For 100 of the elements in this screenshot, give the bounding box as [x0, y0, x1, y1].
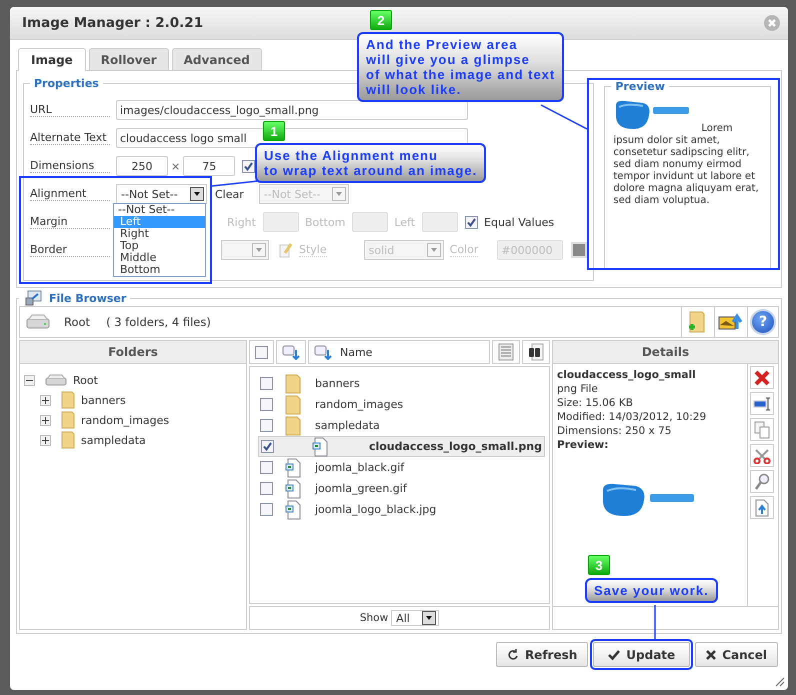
row-checkbox[interactable] — [261, 440, 274, 453]
expand-icon[interactable] — [40, 394, 51, 406]
field-label: Alternate Text — [30, 131, 110, 145]
menu-option[interactable]: --Not Set-- — [114, 204, 205, 216]
row-checkbox[interactable] — [260, 503, 273, 516]
drive-icon — [45, 374, 67, 386]
field-label: URL — [30, 103, 110, 117]
zoom-button[interactable] — [750, 470, 774, 493]
field-label: Alignment — [30, 187, 110, 201]
width-field[interactable]: 250 — [116, 156, 168, 176]
tab[interactable]: Advanced — [172, 48, 262, 71]
leader-line — [540, 104, 588, 130]
current-path: Root — [64, 315, 90, 329]
refresh-icon — [506, 648, 519, 660]
height-field[interactable]: 75 — [183, 156, 236, 176]
image-file-icon — [285, 458, 301, 478]
search-button[interactable] — [522, 340, 550, 364]
expand-icon[interactable] — [40, 434, 51, 446]
list-icon — [498, 343, 514, 361]
resize-grip-icon[interactable] — [775, 677, 785, 687]
menu-option[interactable]: Right — [114, 228, 205, 240]
row-checkbox[interactable] — [260, 482, 273, 495]
tab[interactable]: Rollover — [88, 48, 169, 71]
drive-icon — [26, 314, 50, 330]
menu-option[interactable]: Bottom — [114, 264, 205, 276]
row-checkbox[interactable] — [260, 398, 273, 411]
column-header: Folders — [20, 341, 246, 364]
row-checkbox[interactable] — [260, 377, 273, 390]
delete-icon — [754, 370, 770, 386]
row-checkbox[interactable] — [260, 419, 273, 432]
preview-text: Lorem ipsum dolor sit amet, consetetur sadipscing elitr, sed diam nonumy eirmod tempor invidunt ut labore et dolore magna aliquyam erat, sed diam voluptua. — [613, 123, 759, 206]
detail-line: Dimensions: 250 x 75 — [557, 424, 672, 438]
alignment-select[interactable]: --Not Set-- — [116, 184, 207, 204]
cut-button[interactable] — [750, 444, 774, 467]
detail-line: Modified: 14/03/2012, 10:29 — [557, 410, 708, 424]
tree-item[interactable]: banners — [81, 394, 126, 406]
image-upload-icon — [718, 313, 742, 331]
show-select[interactable]: All — [391, 610, 440, 626]
rename-icon — [753, 396, 771, 410]
callout-tooltip: Save your work. — [585, 578, 718, 603]
file-row[interactable]: banners — [258, 373, 545, 394]
column-header: Details — [553, 341, 778, 364]
group-title: Preview — [614, 80, 666, 93]
file-row[interactable]: joomla_logo_black.jpg — [258, 499, 545, 520]
tree-item[interactable]: Root — [73, 374, 98, 386]
folder-icon — [285, 374, 301, 394]
folder-icon — [285, 416, 301, 436]
insert-button[interactable] — [750, 496, 774, 519]
sort-button[interactable] — [276, 340, 306, 364]
pencil-icon — [279, 242, 293, 258]
margin-label: Bottom — [304, 216, 346, 228]
step-number-tooltip: 3 — [588, 555, 610, 575]
margin-label: Right — [227, 216, 256, 228]
color-swatch[interactable] — [571, 242, 588, 258]
tree-item[interactable]: sampledata — [81, 434, 146, 446]
callout-tooltip: And the Preview area will give you a glimpse of what the image and text will look like. — [357, 32, 564, 102]
row-checkbox[interactable] — [260, 461, 273, 474]
menu-option[interactable]: Middle — [114, 252, 205, 264]
tree-item[interactable]: random_images — [81, 414, 170, 426]
step-number-tooltip: 2 — [370, 10, 392, 30]
proportional-checkbox[interactable] — [242, 160, 256, 172]
check-icon — [608, 648, 620, 660]
file-row[interactable]: random_images — [258, 394, 545, 415]
file-row[interactable]: cloudaccess_logo_small.png — [258, 436, 545, 457]
field-label: Color — [450, 243, 478, 257]
step-number-tooltip: 1 — [263, 121, 285, 141]
delete-button[interactable] — [750, 366, 774, 389]
folder-icon — [285, 394, 301, 414]
file-name: cloudaccess_logo_small — [557, 368, 697, 382]
callout-tooltip: Use the Alignment menu to wrap text around an image. — [255, 143, 486, 183]
field-label: Border — [30, 243, 110, 257]
folder-icon — [61, 411, 75, 429]
field-label: Clear — [215, 188, 244, 200]
upload-button[interactable] — [714, 307, 745, 337]
binoculars-icon — [528, 343, 544, 361]
folder-icon — [61, 431, 75, 449]
list-view-button[interactable] — [492, 340, 520, 364]
update-button[interactable]: Update — [593, 642, 690, 667]
window-icon — [25, 290, 43, 306]
margin-label: Left — [394, 216, 416, 228]
close-icon — [706, 650, 716, 660]
rename-button[interactable] — [750, 392, 774, 415]
detail-line: png File — [557, 382, 599, 396]
column-header[interactable]: Name — [308, 340, 490, 364]
group-title: File Browser — [49, 292, 126, 304]
file-row[interactable]: sampledata — [258, 415, 545, 436]
image-file-icon — [285, 478, 301, 498]
url-field[interactable]: images/cloudaccess_logo_small.png — [116, 100, 468, 120]
tab[interactable]: Image — [18, 48, 86, 71]
select-all-checkbox[interactable] — [255, 346, 268, 358]
cancel-button[interactable]: Cancel — [695, 642, 778, 667]
file-row[interactable]: joomla_green.gif — [258, 478, 545, 499]
refresh-button[interactable]: Refresh — [496, 642, 588, 667]
field-label: Show — [360, 612, 388, 624]
menu-option[interactable]: Top — [114, 240, 205, 252]
detail-line: Size: 15.06 KB — [557, 396, 634, 410]
file-row[interactable]: joomla_black.gif — [258, 457, 545, 478]
collapse-icon[interactable] — [24, 374, 35, 386]
expand-icon[interactable] — [40, 414, 51, 426]
field-label: Style — [299, 243, 327, 257]
